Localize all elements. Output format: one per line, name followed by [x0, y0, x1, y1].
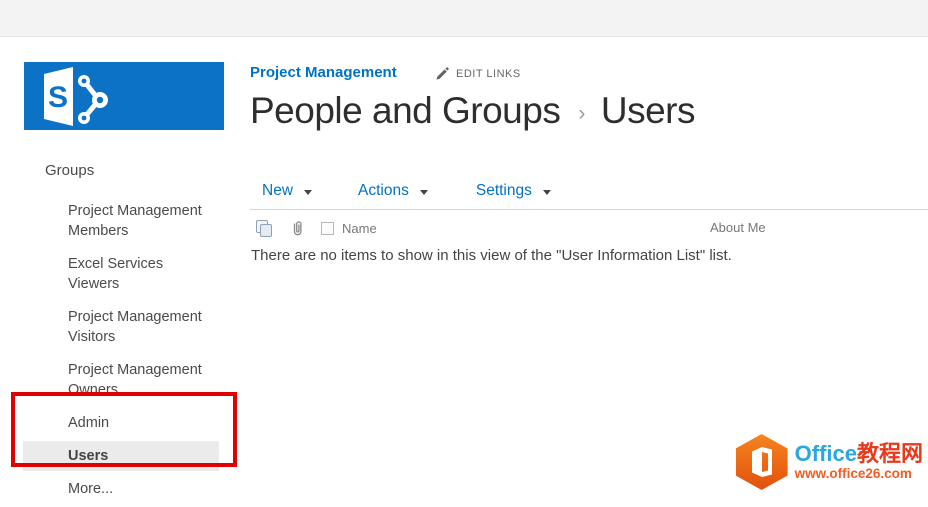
chevron-down-icon — [419, 190, 428, 195]
sidebar-item-users[interactable]: Users — [23, 441, 219, 471]
empty-list-message: There are no items to show in this view … — [251, 247, 732, 264]
page-title-current: Users — [600, 90, 696, 131]
page-title-main: People and Groups — [250, 90, 561, 131]
nav-heading-groups[interactable]: Groups — [23, 162, 219, 179]
new-menu-button[interactable]: New — [262, 182, 313, 200]
sidebar-item-admin[interactable]: Admin — [23, 408, 219, 438]
quick-launch-nav: Groups Project Management Members Excel … — [23, 162, 219, 507]
edit-links-label: EDIT LINKS — [456, 68, 521, 80]
chevron-down-icon — [542, 190, 551, 195]
watermark-url: www.office26.com — [794, 466, 912, 482]
watermark-logo: Office教程网 www.office26.com — [735, 434, 923, 490]
column-header-name[interactable]: Name — [342, 221, 377, 236]
sidebar-item-excel-services-viewers[interactable]: Excel Services Viewers — [23, 249, 219, 299]
list-column-header-row: Name About Me — [250, 215, 928, 241]
sharepoint-logo[interactable]: S — [24, 62, 224, 130]
chevron-down-icon — [304, 190, 313, 195]
page-title: People and Groups › Users — [250, 90, 695, 132]
sidebar-item-project-management-members[interactable]: Project Management Members — [23, 196, 219, 246]
item-type-column-icon[interactable] — [256, 219, 273, 237]
breadcrumb-separator-icon: › — [578, 102, 585, 125]
top-suite-bar — [0, 0, 928, 37]
edit-links-button[interactable]: EDIT LINKS — [435, 67, 521, 81]
actions-menu-button[interactable]: Actions — [358, 182, 428, 200]
column-header-about-me[interactable]: About Me — [710, 220, 766, 235]
breadcrumb-site-link[interactable]: Project Management — [250, 64, 397, 81]
sidebar-item-project-management-owners[interactable]: Project Management Owners — [23, 355, 219, 405]
attachment-paperclip-icon[interactable] — [291, 219, 304, 238]
select-all-checkbox[interactable] — [321, 221, 334, 235]
watermark-title: Office教程网 — [794, 441, 923, 467]
main-content: Project Management EDIT LINKS People and… — [250, 60, 928, 492]
sharepoint-logo-icon: S — [44, 67, 108, 126]
svg-text:S: S — [48, 81, 68, 114]
settings-menu-button[interactable]: Settings — [476, 182, 551, 200]
sidebar-item-project-management-visitors[interactable]: Project Management Visitors — [23, 302, 219, 352]
pencil-icon — [436, 67, 449, 80]
office-hexagon-icon — [735, 434, 788, 490]
sidebar-item-more[interactable]: More... — [23, 474, 219, 504]
list-toolbar: New Actions Settings — [250, 173, 928, 210]
